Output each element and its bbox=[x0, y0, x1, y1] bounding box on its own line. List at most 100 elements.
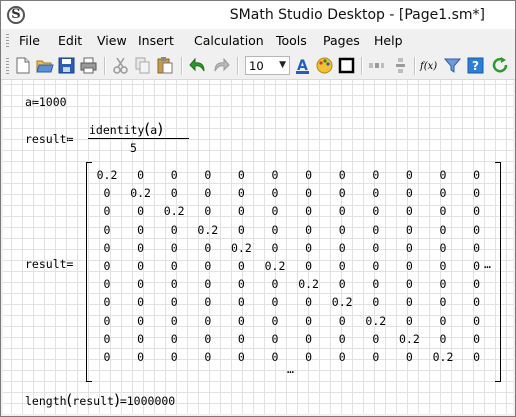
menu-pages[interactable]: Pages bbox=[323, 33, 360, 48]
matrix-cell: 0 bbox=[170, 222, 178, 237]
matrix-cell: 0 bbox=[305, 240, 313, 255]
matrix-cell: 0 bbox=[271, 168, 279, 182]
matrix-cell: 0 bbox=[204, 350, 212, 364]
matrix-cell: 0 bbox=[372, 240, 380, 255]
title-bar[interactable]: S SMath Studio Desktop - [Page1.sm*] bbox=[1, 1, 515, 29]
matrix-cell: 0 bbox=[405, 259, 413, 273]
matrix-cell: 0 bbox=[103, 350, 111, 364]
matrix-cell: 0 bbox=[473, 204, 481, 219]
matrix-cell: 0 bbox=[137, 313, 145, 328]
matrix-cell: 0.2 bbox=[163, 204, 185, 219]
matrix-cell: 0 bbox=[204, 313, 212, 328]
matrix-cell: 0 bbox=[271, 204, 279, 219]
matrix-cell: 0 bbox=[439, 277, 447, 292]
menu-calculation[interactable]: Calculation bbox=[194, 33, 264, 48]
function-icon[interactable]: f(x) bbox=[419, 56, 439, 75]
matrix-cell: 0 bbox=[405, 186, 413, 201]
matrix-cell: 0 bbox=[271, 331, 279, 346]
argument-result: result bbox=[72, 394, 114, 408]
matrix-cell: 0 bbox=[338, 222, 346, 237]
matrix-cell: 0 bbox=[372, 204, 380, 219]
function-length: length bbox=[25, 394, 67, 408]
matrix-cell: 0 bbox=[305, 186, 313, 201]
menu-grip-handle[interactable] bbox=[6, 34, 9, 48]
new-document-icon[interactable] bbox=[13, 56, 32, 75]
cut-icon[interactable] bbox=[111, 56, 130, 75]
matrix-cell: 0 bbox=[439, 295, 447, 310]
toolbar-separator bbox=[181, 57, 183, 75]
matrix-cell: 0 bbox=[439, 204, 447, 219]
matrix-cell: 0 bbox=[305, 204, 313, 219]
matrix-cell: 0 bbox=[405, 295, 413, 310]
matrix-cell: 0 bbox=[305, 168, 313, 182]
recalculate-icon[interactable] bbox=[491, 56, 510, 75]
matrix-cell: 0 bbox=[103, 186, 111, 201]
menu-help[interactable]: Help bbox=[374, 33, 403, 48]
length-expression[interactable]: length(result)=1000000 bbox=[25, 391, 175, 409]
toolbar-grip-handle[interactable] bbox=[6, 58, 9, 74]
fraction-denominator[interactable]: 5 bbox=[130, 141, 137, 155]
matrix-cell: 0 bbox=[439, 331, 447, 346]
matrix-cell: 0 bbox=[338, 331, 346, 346]
redo-icon[interactable] bbox=[211, 56, 230, 75]
matrix-cell: 0 bbox=[170, 295, 178, 310]
value-1000: 1000 bbox=[38, 95, 67, 109]
matrix-cell: 0 bbox=[103, 277, 111, 292]
matrix-cell: 0 bbox=[137, 168, 145, 182]
fraction-numerator[interactable]: identity(a) bbox=[89, 120, 163, 138]
undo-icon[interactable] bbox=[189, 56, 208, 75]
matrix-cell: 0 bbox=[237, 168, 245, 182]
matrix-cell: 0 bbox=[170, 331, 178, 346]
matrix-cell: 0 bbox=[237, 295, 245, 310]
font-color-icon[interactable]: A bbox=[293, 56, 312, 75]
svg-text:?: ? bbox=[472, 59, 479, 73]
align-icon[interactable] bbox=[367, 56, 386, 75]
matrix-cell: 0 bbox=[338, 168, 346, 182]
menu-tools[interactable]: Tools bbox=[276, 33, 307, 48]
close-paren: ) bbox=[157, 120, 164, 138]
matrix-cell: 0 bbox=[103, 204, 111, 219]
matrix-cell: 0.2 bbox=[399, 331, 420, 346]
toolbar: 10 ▼ A f(x) ? bbox=[1, 53, 515, 80]
matrix-cell: 0 bbox=[439, 222, 447, 237]
matrix-cell: 0 bbox=[170, 350, 178, 364]
open-folder-icon[interactable] bbox=[35, 56, 54, 75]
matrix-cell: 0 bbox=[170, 168, 178, 182]
matrix-cell: 0 bbox=[338, 186, 346, 201]
matrix-cell: 0.2 bbox=[365, 313, 387, 328]
matrix-column-ellipsis: … bbox=[484, 257, 491, 271]
matrix-cell: 0 bbox=[305, 331, 313, 346]
worksheet[interactable]: a≔1000 result≔ identity(a) 5 result= 0.2… bbox=[3, 80, 513, 414]
distribute-icon[interactable] bbox=[391, 56, 410, 75]
matrix-cell: 0 bbox=[170, 313, 178, 328]
matrix-cell: 0 bbox=[372, 222, 380, 237]
save-icon[interactable] bbox=[57, 56, 76, 75]
matrix-cell: 0 bbox=[271, 277, 279, 292]
menu-file[interactable]: File bbox=[19, 33, 40, 48]
matrix-cell: 0.2 bbox=[298, 277, 319, 292]
help-icon[interactable]: ? bbox=[466, 56, 485, 75]
matrix-cell: 0 bbox=[473, 277, 481, 292]
matrix-cell: 0 bbox=[137, 240, 145, 255]
border-icon[interactable] bbox=[337, 56, 356, 75]
matrix-lhs[interactable]: result= bbox=[25, 257, 73, 271]
equals-operator: = bbox=[66, 257, 74, 271]
paste-icon[interactable] bbox=[155, 56, 174, 75]
fill-color-icon[interactable] bbox=[315, 56, 334, 75]
menu-edit[interactable]: Edit bbox=[58, 33, 82, 48]
filter-icon[interactable] bbox=[443, 56, 462, 75]
assignment-result-lhs[interactable]: result≔ bbox=[25, 132, 73, 146]
matrix-cell: 0 bbox=[237, 204, 245, 219]
print-icon[interactable] bbox=[79, 56, 98, 75]
variable-result: result bbox=[25, 132, 67, 146]
matrix-cell: 0 bbox=[405, 350, 413, 364]
menu-view[interactable]: View bbox=[97, 33, 127, 48]
assignment-a[interactable]: a≔1000 bbox=[25, 95, 67, 109]
font-size-value: 10 bbox=[249, 59, 264, 73]
menu-insert[interactable]: Insert bbox=[138, 33, 174, 48]
matrix-cell: 0 bbox=[237, 259, 245, 273]
matrix-cell: 0 bbox=[372, 259, 380, 273]
copy-icon[interactable] bbox=[133, 56, 152, 75]
font-size-select[interactable]: 10 ▼ bbox=[245, 56, 290, 75]
matrix-cell: 0 bbox=[271, 313, 279, 328]
